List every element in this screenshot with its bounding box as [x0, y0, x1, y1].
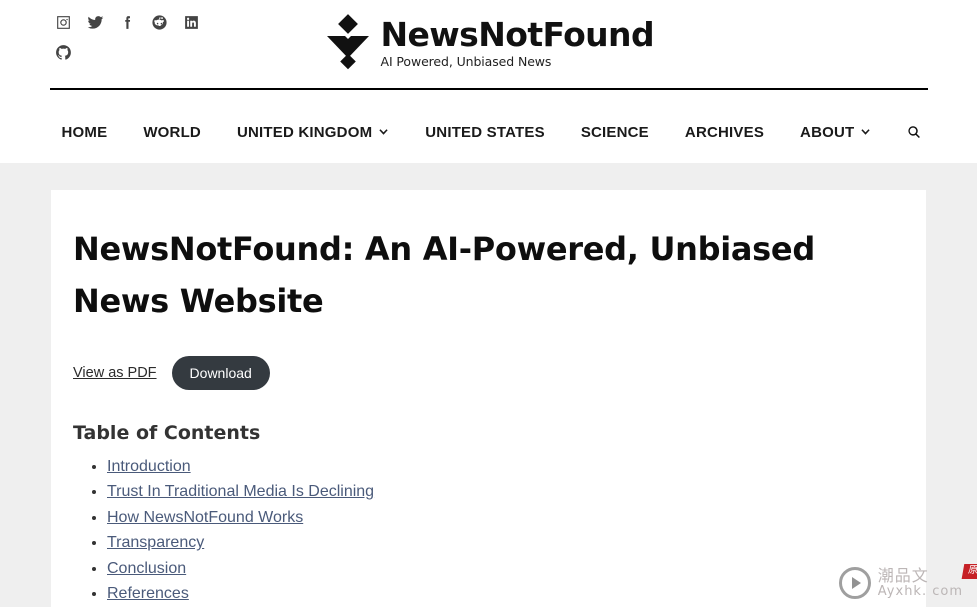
reddit-icon[interactable]	[151, 14, 168, 31]
nav-item-label: WORLD	[143, 123, 201, 141]
nav-item-home[interactable]: HOME	[62, 124, 108, 141]
nav-item-science[interactable]: SCIENCE	[581, 124, 649, 141]
twitter-icon[interactable]	[87, 14, 104, 31]
header-inner: NewsNotFound AI Powered, Unbiased News H…	[49, 0, 928, 163]
list-item: How NewsNotFound Works	[107, 509, 904, 527]
brand-tagline: AI Powered, Unbiased News	[380, 53, 552, 69]
social-links-row-1	[55, 14, 255, 31]
toc-link-conclusion[interactable]: Conclusion	[107, 560, 186, 577]
table-of-contents-list: Introduction Trust In Traditional Media …	[73, 458, 904, 604]
list-item: Trust In Traditional Media Is Declining	[107, 483, 904, 501]
view-as-pdf-link[interactable]: View as PDF	[73, 365, 157, 381]
nav-item-world[interactable]: WORLD	[143, 124, 201, 141]
list-item: References	[107, 585, 904, 603]
nav-item-label: UNITED STATES	[425, 123, 545, 141]
diamond-chevron-logo-icon	[325, 12, 371, 74]
chevron-down-icon	[860, 127, 871, 138]
social-links	[55, 14, 255, 74]
page-title: NewsNotFound: An AI-Powered, Unbiased Ne…	[73, 230, 815, 320]
nav-item-label: UNITED KINGDOM	[236, 123, 373, 141]
toc-link-trust-in-traditional-media-is-declining[interactable]: Trust In Traditional Media Is Declining	[107, 483, 374, 500]
nav-item-about[interactable]: ABOUT	[800, 124, 871, 141]
site-header: NewsNotFound AI Powered, Unbiased News H…	[0, 0, 977, 163]
nav-item-united-kingdom[interactable]: UNITED KINGDOM	[237, 124, 389, 141]
toc-link-introduction[interactable]: Introduction	[107, 458, 191, 475]
brand-name: NewsNotFound	[380, 14, 655, 54]
list-item: Conclusion	[107, 560, 904, 578]
nav-item-label: ABOUT	[800, 123, 855, 141]
article-card: NewsNotFound: An AI-Powered, Unbiased Ne…	[51, 190, 926, 607]
brand-text: NewsNotFound AI Powered, Unbiased News	[380, 14, 655, 69]
toc-link-references[interactable]: References	[107, 585, 189, 602]
article-actions: View as PDF Download	[73, 355, 904, 390]
list-item: Transparency	[107, 534, 904, 552]
facebook-icon[interactable]	[119, 14, 136, 31]
nav-item-archives[interactable]: ARCHIVES	[685, 124, 764, 141]
instagram-icon[interactable]	[55, 14, 72, 31]
nav-item-label: SCIENCE	[580, 123, 649, 141]
site-brand[interactable]: NewsNotFound AI Powered, Unbiased News	[325, 12, 655, 74]
table-of-contents-heading: Table of Contents	[73, 421, 261, 444]
download-button[interactable]: Download	[171, 355, 270, 390]
search-icon[interactable]	[907, 121, 921, 143]
list-item: Introduction	[107, 458, 904, 476]
nav-item-label: ARCHIVES	[684, 123, 765, 141]
linkedin-icon[interactable]	[183, 14, 200, 31]
page-root: NewsNotFound AI Powered, Unbiased News H…	[0, 0, 977, 607]
page-body: NewsNotFound: An AI-Powered, Unbiased Ne…	[0, 163, 977, 607]
social-links-row-2	[55, 44, 255, 61]
main-nav: HOME WORLD UNITED KINGDOM UNITED STATES …	[50, 102, 928, 162]
toc-link-transparency[interactable]: Transparency	[107, 534, 204, 551]
toc-link-how-newsnotfound-works[interactable]: How NewsNotFound Works	[107, 509, 303, 526]
nav-item-label: HOME	[61, 123, 108, 141]
github-icon[interactable]	[55, 44, 72, 61]
header-divider	[49, 88, 928, 90]
chevron-down-icon	[378, 127, 389, 138]
nav-item-united-states[interactable]: UNITED STATES	[425, 124, 545, 141]
